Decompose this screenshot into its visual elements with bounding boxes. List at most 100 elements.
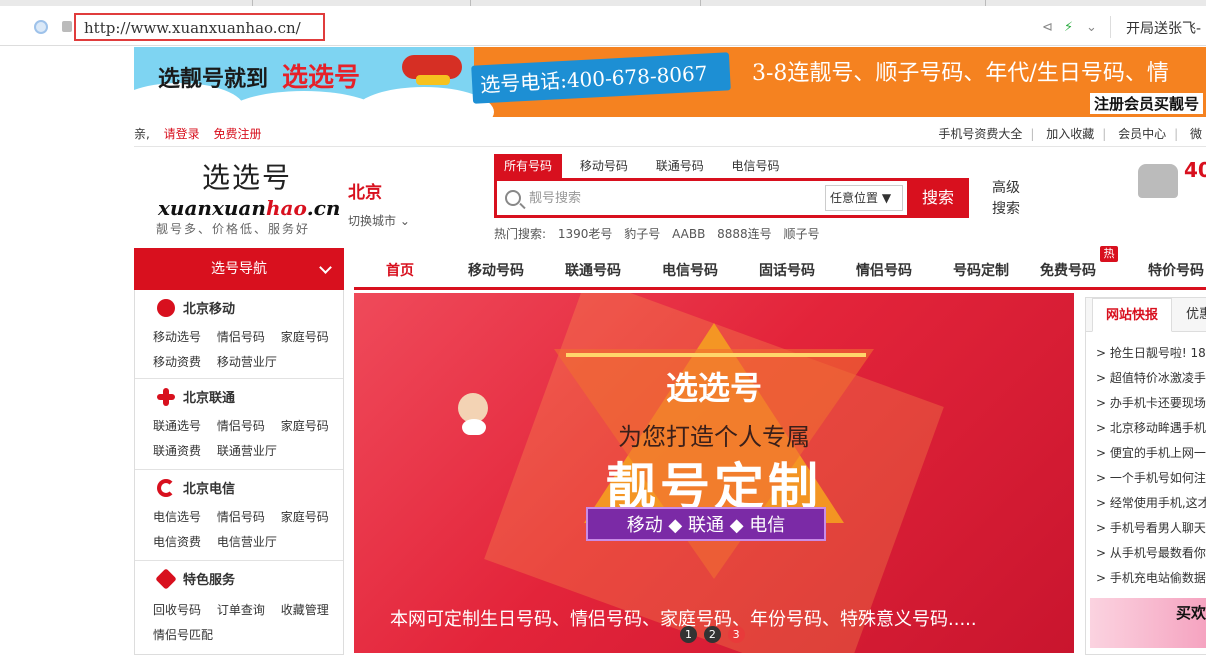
sidebar-link[interactable]: 电信资费 xyxy=(153,535,201,549)
sidebar-row: 回收号码 订单查询 收藏管理 xyxy=(153,601,341,618)
nav-free[interactable]: 免费号码 xyxy=(1040,260,1096,280)
nav-unicom[interactable]: 联通号码 xyxy=(565,260,621,280)
position-select[interactable]: 任意位置 ▼ xyxy=(825,185,903,211)
hotline-number: 40 xyxy=(1184,158,1206,182)
search-box: 任意位置 ▼ 搜索 xyxy=(494,178,969,218)
news-item[interactable]: > 北京移动眸遇手机 xyxy=(1096,419,1206,444)
browser-tab-strip[interactable] xyxy=(0,0,1206,6)
news-tabs: 网站快报 优惠 xyxy=(1086,298,1206,332)
sidebar-link[interactable]: 移动营业厅 xyxy=(217,355,277,369)
sidebar-link[interactable]: 家庭号码 xyxy=(281,330,329,344)
url-text[interactable]: http://www.xuanxuanhao.cn/ xyxy=(84,19,301,37)
news-item[interactable]: > 便宜的手机上网一 xyxy=(1096,444,1206,469)
tab-separator xyxy=(252,0,253,6)
url-field[interactable]: http://www.xuanxuanhao.cn/ xyxy=(74,13,325,41)
browser-tab-title[interactable]: 开局送张飞- xyxy=(1126,18,1201,38)
nav-couple[interactable]: 情侣号码 xyxy=(856,260,912,280)
share-icon[interactable]: ⊲ xyxy=(1042,20,1053,35)
reload-icon[interactable] xyxy=(34,20,48,34)
sidebar-link[interactable]: 收藏管理 xyxy=(281,603,329,617)
top-banner-ad[interactable]: 选靓号就到 选选号 选号电话:400-678-8067 3-8连靓号、顺子号码、… xyxy=(134,47,1206,117)
nav-custom[interactable]: 号码定制 xyxy=(953,260,1009,280)
sidebar-link[interactable]: 家庭号码 xyxy=(281,510,329,524)
hot-search-item[interactable]: 豹子号 xyxy=(624,227,660,241)
sidebar-link[interactable]: 情侣号码 xyxy=(217,330,265,344)
tab-unicom-numbers[interactable]: 联通号码 xyxy=(646,154,714,178)
sidebar-link[interactable]: 移动选号 xyxy=(153,330,201,344)
sidebar-link[interactable]: 情侣号码 xyxy=(217,510,265,524)
news-item[interactable]: > 一个手机号如何注册 xyxy=(1096,469,1206,494)
sidebar-link[interactable]: 回收号码 xyxy=(153,603,201,617)
sidebar-link[interactable]: 情侣号码 xyxy=(217,419,265,433)
hero-carousel[interactable]: 选选号 为您打造个人专属 靓号定制 移动 ◆ 联通 ◆ 电信 本网可定制生日号码… xyxy=(354,293,1074,653)
city-switch-label: 切换城市 xyxy=(348,214,397,228)
sidebar-link[interactable]: 移动资费 xyxy=(153,355,201,369)
hot-search-item[interactable]: AABB xyxy=(672,227,705,241)
nav-mobile[interactable]: 移动号码 xyxy=(468,260,524,280)
sidebar-link[interactable]: 电信选号 xyxy=(153,510,201,524)
sidebar-link[interactable]: 联通资费 xyxy=(153,444,201,458)
sidebar-group-title[interactable]: 北京电信 xyxy=(157,478,235,497)
side-ad-banner[interactable]: 买欢 xyxy=(1090,598,1206,648)
hot-search-item[interactable]: 8888连号 xyxy=(717,227,772,241)
search-button[interactable]: 搜索 xyxy=(907,178,969,218)
logo-en-part: .cn xyxy=(306,196,341,220)
sidebar-link[interactable]: 联通营业厅 xyxy=(217,444,277,458)
nav-special[interactable]: 特价号码 xyxy=(1148,260,1204,280)
wechat-link[interactable]: 微 xyxy=(1190,127,1202,141)
news-item[interactable]: > 经常使用手机,这才 xyxy=(1096,494,1206,519)
hot-search-item[interactable]: 1390老号 xyxy=(558,227,613,241)
advanced-search-link[interactable]: 高级搜索 xyxy=(992,178,1026,220)
news-item[interactable]: > 抢生日靓号啦! 18 xyxy=(1096,344,1206,369)
register-link[interactable]: 免费注册 xyxy=(214,127,262,141)
nav-links: 首页 移动号码 联通号码 电信号码 固话号码 情侣号码 号码定制 免费号码 热 … xyxy=(354,246,1206,290)
news-item[interactable]: > 办手机卡还要现场拍 xyxy=(1096,394,1206,419)
lightning-icon[interactable]: ⚡ xyxy=(1064,20,1073,35)
logo-en-part: hao xyxy=(265,196,307,220)
banner-slogan: 选靓号就到 xyxy=(158,67,269,92)
news-item[interactable]: > 从手机号最数看你 xyxy=(1096,544,1206,569)
banner-register-link[interactable]: 注册会员买靓号 xyxy=(1090,93,1204,114)
site-logo[interactable]: 选选号 xuanxuanhao.cn 靓号多、价格低、服务好 xyxy=(156,156,340,238)
tab-promotions[interactable]: 优惠 xyxy=(1186,298,1206,332)
bookmark-link[interactable]: 加入收藏 xyxy=(1046,127,1094,141)
logo-en-part: xuanxuan xyxy=(158,196,266,220)
sidebar-group-title[interactable]: 北京联通 xyxy=(157,387,235,406)
sidebar-link[interactable]: 家庭号码 xyxy=(281,419,329,433)
tab-mobile-numbers[interactable]: 移动号码 xyxy=(570,154,638,178)
site-header: 选选号 xuanxuanhao.cn 靓号多、价格低、服务好 北京 切换城市 ⌄… xyxy=(134,148,1206,244)
nav-home[interactable]: 首页 xyxy=(386,260,414,280)
sidebar-row: 电信资费 电信营业厅 xyxy=(153,533,289,550)
sidebar-row: 电信选号 情侣号码 家庭号码 xyxy=(153,508,341,525)
sidebar-link[interactable]: 订单查询 xyxy=(217,603,265,617)
search-input[interactable] xyxy=(529,187,819,209)
city-switch-link[interactable]: 切换城市 ⌄ xyxy=(348,212,410,229)
address-bar[interactable]: http://www.xuanxuanhao.cn/ xyxy=(8,12,1023,42)
member-center-link[interactable]: 会员中心 xyxy=(1118,127,1166,141)
news-item[interactable]: > 超值特价冰激凌手机 xyxy=(1096,369,1206,394)
tab-telecom-numbers[interactable]: 电信号码 xyxy=(722,154,790,178)
sidebar-link[interactable]: 情侣号匹配 xyxy=(153,628,213,642)
news-item[interactable]: > 手机号看男人聊天( xyxy=(1096,519,1206,544)
sidebar-group-title[interactable]: 北京移动 xyxy=(157,298,235,317)
airplane-wing xyxy=(416,75,450,85)
nav-telecom[interactable]: 电信号码 xyxy=(662,260,718,280)
nav-landline[interactable]: 固话号码 xyxy=(759,260,815,280)
tariff-link[interactable]: 手机号资费大全 xyxy=(938,127,1022,141)
sidebar-link[interactable]: 联通选号 xyxy=(153,419,201,433)
news-list: > 抢生日靓号啦! 18 > 超值特价冰激凌手机 > 办手机卡还要现场拍 > 北… xyxy=(1096,344,1206,594)
login-link[interactable]: 请登录 xyxy=(164,127,200,141)
tab-all-numbers[interactable]: 所有号码 xyxy=(494,154,563,178)
carousel-dot[interactable]: 2 xyxy=(703,626,721,643)
carousel-dot-active[interactable]: 3 xyxy=(727,626,745,643)
hot-search-item[interactable]: 顺子号 xyxy=(784,227,820,241)
nav-category-toggle[interactable]: 选号导航 xyxy=(134,248,344,290)
news-item[interactable]: > 手机充电站偷数据不 xyxy=(1096,569,1206,594)
chevron-down-icon[interactable]: ⌄ xyxy=(1086,20,1097,35)
news-panel: 网站快报 优惠 > 抢生日靓号啦! 18 > 超值特价冰激凌手机 > 办手机卡还… xyxy=(1085,297,1206,655)
sidebar-group-title[interactable]: 特色服务 xyxy=(155,568,235,590)
sidebar-link[interactable]: 电信营业厅 xyxy=(217,535,277,549)
tab-site-news[interactable]: 网站快报 xyxy=(1092,298,1172,332)
carousel-dot[interactable]: 1 xyxy=(680,626,697,643)
chevron-down-icon xyxy=(319,261,332,274)
